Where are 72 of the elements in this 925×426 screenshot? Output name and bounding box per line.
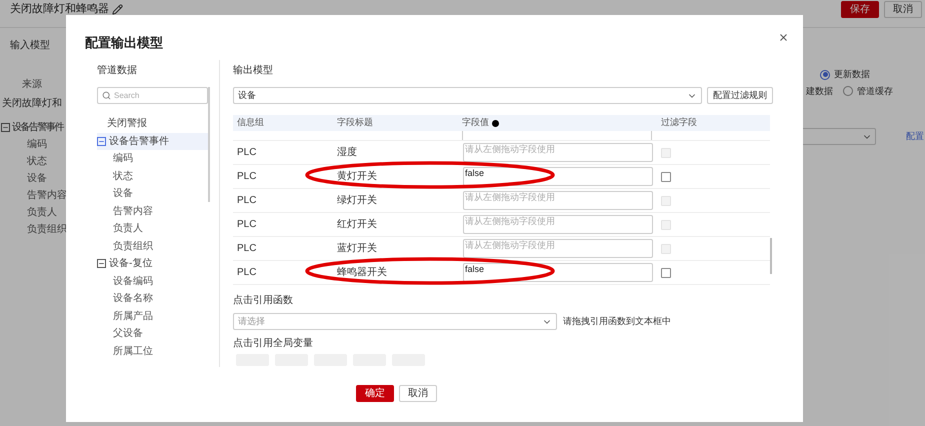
table-cell-text: 湿度 [336, 146, 358, 160]
filter-rules-button[interactable]: 配置过滤规则 [707, 87, 773, 104]
section-label: 点击引用函数 [233, 294, 294, 308]
collapse-icon[interactable] [97, 136, 106, 146]
tree-item[interactable]: 负责人 [27, 205, 57, 220]
tree-item[interactable]: 状态 [27, 154, 47, 169]
edit-icon[interactable] [112, 4, 123, 15]
table-cell-text: 绿灯开关 [336, 194, 378, 208]
tree-item[interactable]: 编码 [27, 137, 47, 152]
help-icon[interactable] [492, 120, 499, 126]
table-cell-text: PLC [236, 266, 258, 280]
close-icon[interactable] [778, 32, 789, 43]
tree-item[interactable]: 告警内容 [113, 204, 153, 219]
table-cell-text: PLC [236, 170, 258, 184]
tree-item[interactable]: 所属工位 [113, 344, 153, 359]
field-label: 来源 [22, 78, 42, 92]
table-cell-text: 红灯开关 [336, 218, 378, 232]
section-heading: 输入模型 [10, 38, 50, 53]
scrollbar-thumb[interactable] [770, 238, 772, 274]
column-header: 信息组 [237, 116, 264, 130]
tree-item[interactable]: 告警内容 [27, 188, 67, 203]
dialog-title: 配置输出模型 [85, 34, 163, 52]
select-field[interactable]: 设备 [233, 87, 702, 104]
tree-item[interactable]: 负责组织 [113, 238, 153, 254]
tree-item[interactable]: 设备-复位 [97, 255, 208, 272]
tree-item[interactable]: 负责组织 [27, 222, 67, 237]
checkbox[interactable] [661, 172, 671, 182]
table-cell-text: PLC [236, 218, 258, 232]
table-cell-text: 蜂鸣器开关 [336, 266, 388, 280]
table-cell-text: 蓝灯开关 [336, 242, 378, 256]
tree-item[interactable]: 设备告警事件 [12, 120, 63, 135]
tree-item[interactable]: 设备 [113, 186, 133, 202]
section-label: 点击引用全局变量 [233, 336, 314, 351]
column-header: 字段标题 [337, 116, 373, 130]
table-cell-text: PLC [236, 194, 258, 208]
table-cell-text: 黄灯开关 [336, 170, 378, 184]
radio-label: 更新数据 [834, 68, 870, 81]
checkbox[interactable] [661, 268, 671, 278]
hint-text: 请拖拽引用函数到文本框中 [563, 314, 671, 328]
search-icon [102, 91, 111, 100]
column-header: 字段值 [462, 116, 489, 130]
radio-label: 建数据 [806, 84, 833, 98]
config-link[interactable]: 配置 [906, 130, 924, 144]
input-field[interactable]: false [463, 263, 653, 282]
tree-item[interactable]: 设备告警事件 [97, 132, 208, 150]
radio-button[interactable] [843, 86, 853, 96]
radio-label: 管道缓存 [857, 84, 893, 98]
tree-item[interactable]: 负责人 [113, 221, 143, 236]
tree-item[interactable]: 父设备 [113, 326, 143, 342]
tree-item[interactable]: 状态 [113, 168, 133, 184]
page-title: 关闭故障灯和蜂鸣器 [10, 2, 109, 18]
scrollbar-thumb[interactable] [208, 87, 210, 202]
radio-button[interactable] [820, 70, 830, 80]
confirm-button[interactable]: 确定 [356, 385, 394, 402]
cancel-button[interactable]: 取消 [884, 1, 922, 18]
confirm-button[interactable]: 保存 [841, 1, 879, 18]
cancel-button[interactable]: 取消 [399, 385, 437, 402]
panel-heading: 管道数据 [96, 64, 138, 78]
tree-item[interactable]: 设备 [27, 171, 47, 186]
tree-item[interactable]: 所属产品 [113, 308, 153, 324]
tree-item[interactable]: 编码 [113, 151, 133, 166]
tree-item[interactable]: 设备编码 [113, 274, 153, 289]
tree-item[interactable]: 关闭警报 [97, 115, 208, 132]
collapse-icon[interactable] [97, 259, 106, 268]
input-field[interactable]: false [463, 167, 653, 186]
collapse-icon[interactable] [1, 123, 10, 132]
panel-heading: 输出模型 [233, 64, 274, 78]
table-cell-text: PLC [236, 146, 258, 160]
field-value: 关闭故障灯和 [2, 96, 62, 111]
column-header: 过滤字段 [661, 116, 697, 130]
tree-item[interactable]: 设备名称 [113, 291, 153, 306]
table-cell-text: PLC [236, 242, 258, 256]
